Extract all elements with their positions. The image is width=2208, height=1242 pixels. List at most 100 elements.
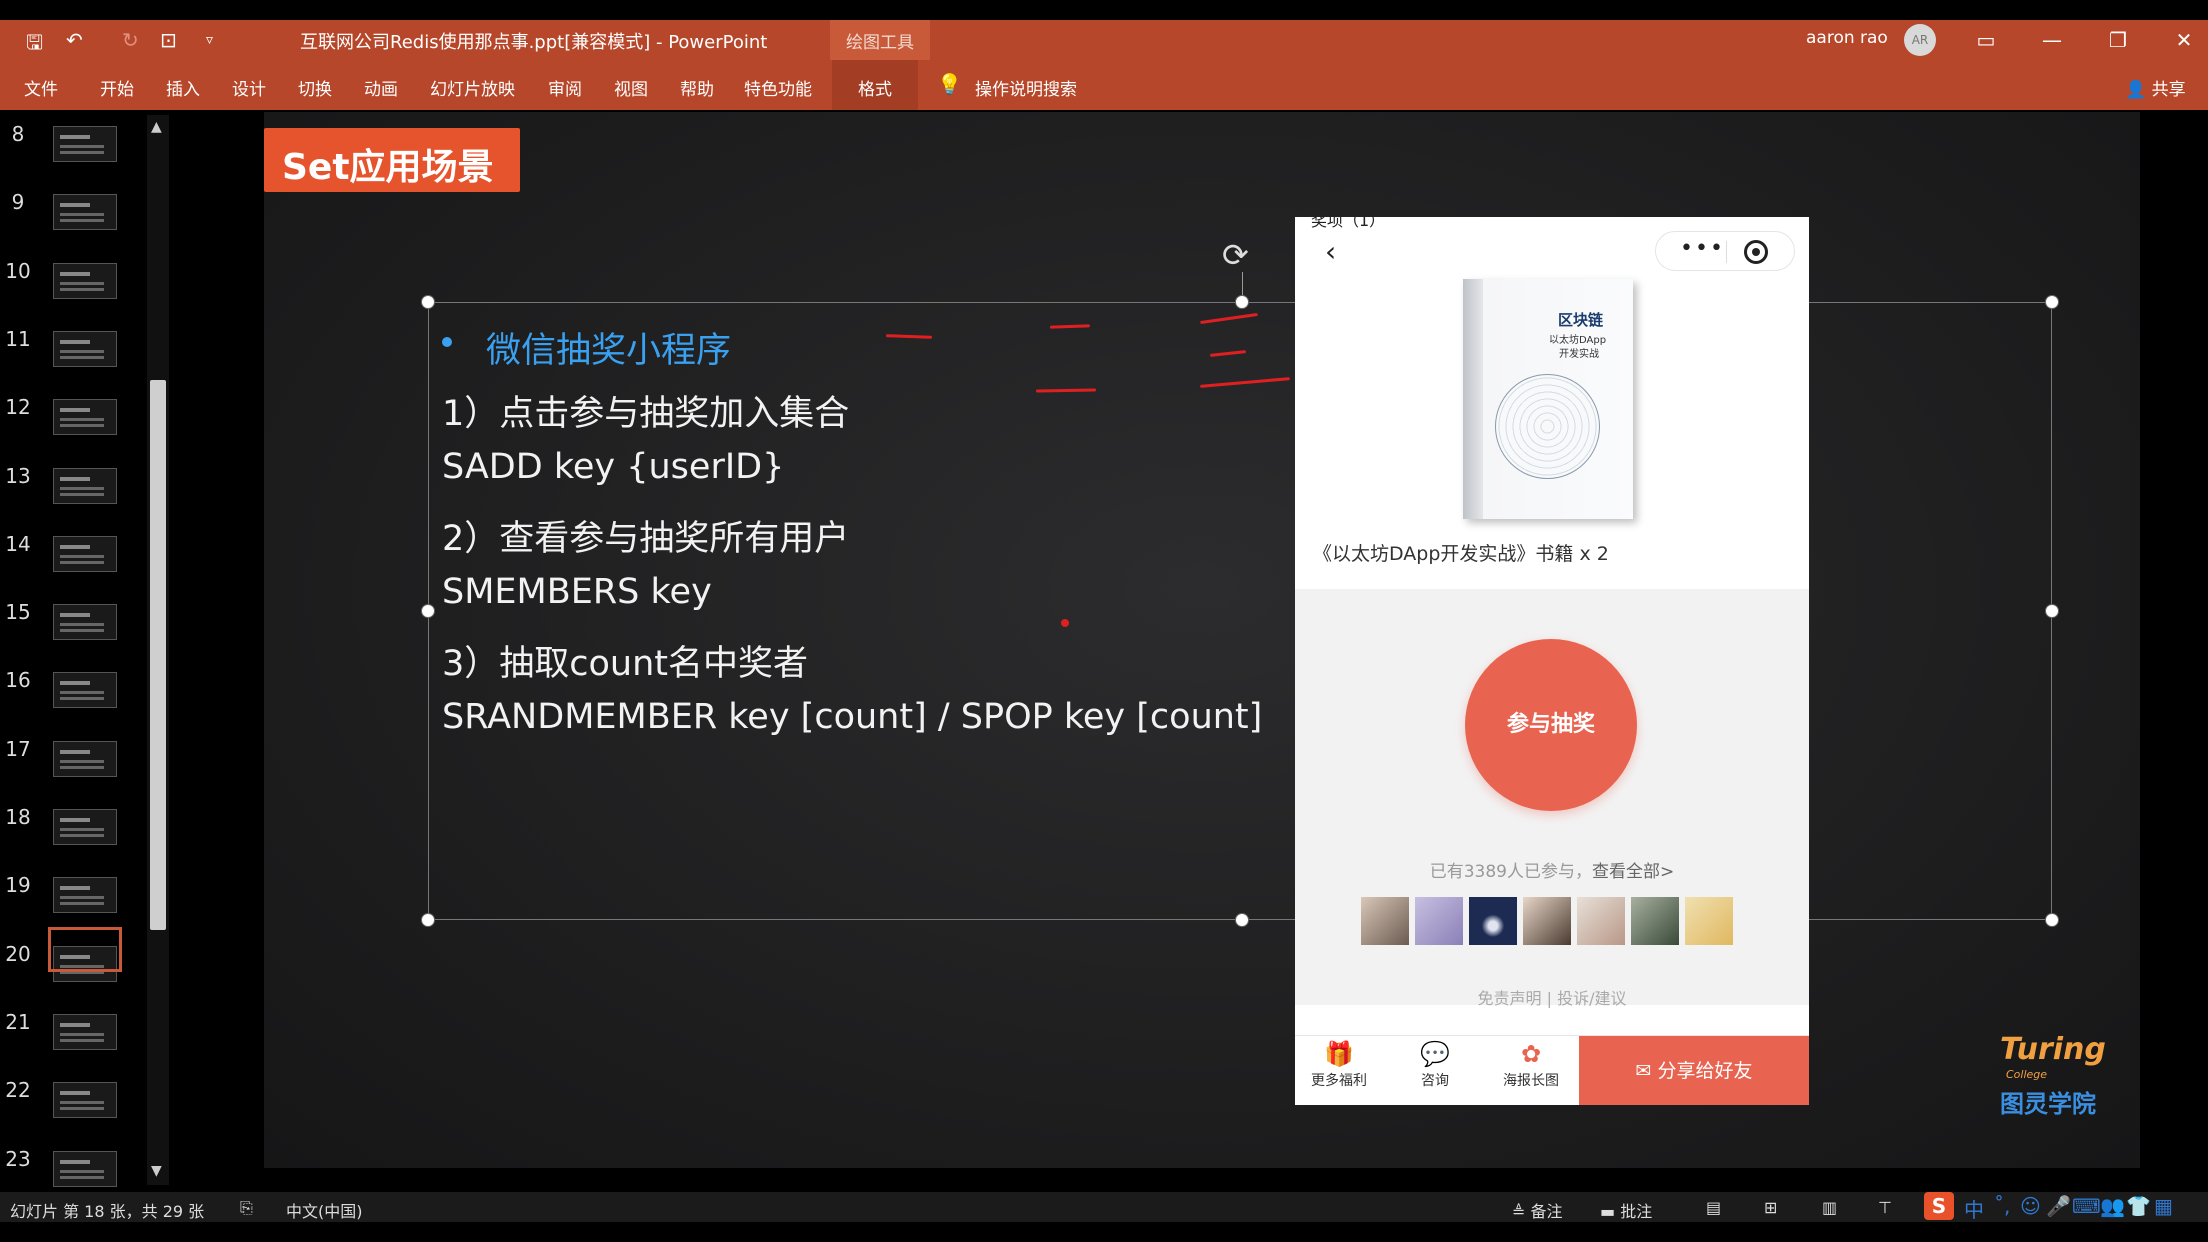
slide-thumbnail[interactable] xyxy=(53,1150,117,1187)
rotate-handle-icon[interactable]: ⟳ xyxy=(1222,236,1249,274)
toolbox-icon[interactable]: ▦ xyxy=(2154,1194,2173,1218)
customize-qat-icon[interactable]: ▿ xyxy=(206,32,213,48)
restore-icon[interactable]: ❐ xyxy=(2098,24,2138,56)
tab-special-features[interactable]: 特色功能 xyxy=(744,75,812,100)
slide-thumbnail[interactable] xyxy=(53,1013,117,1050)
slide-line-6: SRANDMEMBER key [count] / SPOP key [coun… xyxy=(442,697,1263,737)
slide-thumbnail[interactable] xyxy=(53,330,117,367)
tab-slideshow[interactable]: 幻灯片放映 xyxy=(430,75,515,100)
capsule-divider xyxy=(1726,241,1727,263)
language-indicator[interactable]: 中文(中国) xyxy=(286,1198,363,1222)
scroll-up-icon[interactable]: ▲ xyxy=(151,119,162,135)
product-name: 《以太坊DApp开发实战》书籍 x 2 xyxy=(1313,543,1609,565)
slide-thumbnail[interactable] xyxy=(53,1082,117,1119)
share-button[interactable]: 👤 共享 xyxy=(2125,75,2186,100)
book-cover: 区块链 以太坊DApp 开发实战 xyxy=(1463,279,1633,519)
view-all-link: 查看全部> xyxy=(1592,862,1675,882)
resize-handle-top-left[interactable] xyxy=(421,295,435,309)
slide-thumbnail[interactable] xyxy=(53,126,117,162)
user-name[interactable]: aaron rao xyxy=(1806,28,1888,48)
resize-handle-bottom[interactable] xyxy=(1235,913,1249,927)
notes-label: 备注 xyxy=(1530,1202,1563,1221)
drawing-tools-context-label: 绘图工具 xyxy=(830,20,930,60)
present-icon[interactable]: ⊡ xyxy=(160,28,177,52)
slide-thumbnail[interactable] xyxy=(53,535,117,572)
resize-handle-bottom-left[interactable] xyxy=(421,913,435,927)
tab-design[interactable]: 设计 xyxy=(232,75,266,100)
slide-thumbnail[interactable] xyxy=(53,262,117,299)
keyboard-icon[interactable]: ⌨ xyxy=(2072,1194,2101,1218)
slide-thumbnail[interactable] xyxy=(53,399,117,436)
avatar xyxy=(1469,897,1517,945)
comments-button[interactable]: ▬ 批注 xyxy=(1600,1198,1652,1222)
save-icon[interactable]: 🖫 xyxy=(26,28,43,62)
slide-thumbnail[interactable] xyxy=(53,194,117,231)
participant-count: 已有3389人已参与，查看全部> xyxy=(1295,857,1809,882)
slide-line-4: SMEMBERS key xyxy=(442,572,712,612)
mini-program-capsule: ••• xyxy=(1655,231,1795,271)
bullet-dot xyxy=(442,337,452,347)
resize-handle-left[interactable] xyxy=(421,604,435,618)
resize-handle-right[interactable] xyxy=(2045,604,2059,618)
normal-view-icon[interactable]: ▤ xyxy=(1706,1198,1721,1217)
lightbulb-icon[interactable]: 💡 xyxy=(937,72,962,96)
slide-title-box[interactable]: Set应用场景 xyxy=(264,128,520,192)
thumbnail-scrollbar[interactable]: ▲ ▼ xyxy=(147,115,169,1185)
edit-area-scrollbar[interactable] xyxy=(2190,110,2208,1168)
tab-transitions[interactable]: 切换 xyxy=(298,75,332,100)
resize-handle-top[interactable] xyxy=(1235,295,1249,309)
ribbon-tabs: 文件 开始 插入 设计 切换 动画 幻灯片放映 审阅 视图 帮助 特色功能 格式… xyxy=(0,60,2208,110)
tab-format[interactable]: 格式 xyxy=(832,60,918,110)
reading-view-icon[interactable]: ▥ xyxy=(1822,1198,1837,1217)
tab-view[interactable]: 视图 xyxy=(614,75,648,100)
slide-thumbnail[interactable] xyxy=(53,672,117,709)
tab-review[interactable]: 审阅 xyxy=(548,75,582,100)
title-bar: 🖫 ↶ ↻ ⊡ ▿ 互联网公司Redis使用那点事.ppt[兼容模式] - Po… xyxy=(0,20,2208,60)
thumbnail-number: 9 xyxy=(11,190,25,215)
ribbon-display-options-icon[interactable]: ▭ xyxy=(1966,24,2006,56)
tab-file[interactable]: 文件 xyxy=(24,75,58,100)
ime-toolbar[interactable]: S 中 ˚, ☺ 🎤 ⌨ 👥 👕 ▦ xyxy=(1920,1192,2208,1222)
avatar xyxy=(1685,897,1733,945)
slide-thumbnail[interactable] xyxy=(53,740,117,777)
tell-me-search[interactable]: 操作说明搜索 xyxy=(975,75,1077,100)
skin-icon[interactable]: 👕 xyxy=(2126,1194,2151,1218)
resize-handle-top-right[interactable] xyxy=(2045,295,2059,309)
slide-thumbnail[interactable] xyxy=(53,877,117,914)
mic-icon[interactable]: 🎤 xyxy=(2046,1194,2071,1218)
emoji-icon[interactable]: ☺ xyxy=(2020,1194,2041,1218)
tab-insert[interactable]: 插入 xyxy=(166,75,200,100)
minimize-icon[interactable]: — xyxy=(2032,24,2072,56)
slide-thumbnail[interactable] xyxy=(53,809,117,845)
sogou-icon[interactable]: S xyxy=(1924,1192,1954,1220)
slide-sorter-icon[interactable]: ⊞ xyxy=(1764,1198,1777,1217)
ime-mode-icon[interactable]: 中 xyxy=(1964,1194,1984,1223)
thumbnail-number: 13 xyxy=(5,463,31,488)
thumbnail-number: 23 xyxy=(5,1146,31,1171)
book-subtitle-1: 以太坊DApp xyxy=(1549,335,1607,346)
tab-home[interactable]: 开始 xyxy=(100,75,134,100)
resize-handle-bottom-right[interactable] xyxy=(2045,913,2059,927)
slide-thumbnail[interactable] xyxy=(53,467,117,504)
redo-icon[interactable]: ↻ xyxy=(122,28,139,52)
close-icon[interactable]: ✕ xyxy=(2164,24,2204,56)
selected-thumbnail-frame xyxy=(48,927,122,972)
avatar[interactable]: AR xyxy=(1904,24,1936,56)
phone-screenshot[interactable]: 奖项（1） ‹ ••• 区块链 以太坊DApp 开发实战 《以太坊DApp开发实… xyxy=(1295,217,1809,1105)
undo-icon[interactable]: ↶ xyxy=(66,28,83,52)
notes-button[interactable]: ≜ 备注 xyxy=(1512,1198,1563,1222)
phone-lottery-area: 参与抽奖 已有3389人已参与，查看全部> 免责声明 | 投诉/建议 xyxy=(1295,589,1809,1008)
person-icon: 👤 xyxy=(2125,80,2147,100)
spellcheck-icon[interactable]: ⎘ xyxy=(240,1198,253,1218)
tab-animations[interactable]: 动画 xyxy=(364,75,398,100)
punctuation-icon[interactable]: ˚, xyxy=(1994,1194,2010,1218)
scrollbar-thumb[interactable] xyxy=(150,380,166,930)
chat-icon: 💬 xyxy=(1420,1040,1450,1068)
slide-thumbnail[interactable] xyxy=(53,604,117,641)
slideshow-view-icon[interactable]: ⊤ xyxy=(1878,1198,1892,1217)
scroll-down-icon[interactable]: ▼ xyxy=(151,1163,162,1179)
tab-help[interactable]: 帮助 xyxy=(680,75,714,100)
slide-canvas[interactable]: Set应用场景 ⟳ 微信抽奖小程序 1）点击参与抽奖加入集合 SADD key … xyxy=(264,112,2140,1168)
user-icon[interactable]: 👥 xyxy=(2100,1194,2125,1218)
share-label: 共享 xyxy=(2151,80,2186,100)
